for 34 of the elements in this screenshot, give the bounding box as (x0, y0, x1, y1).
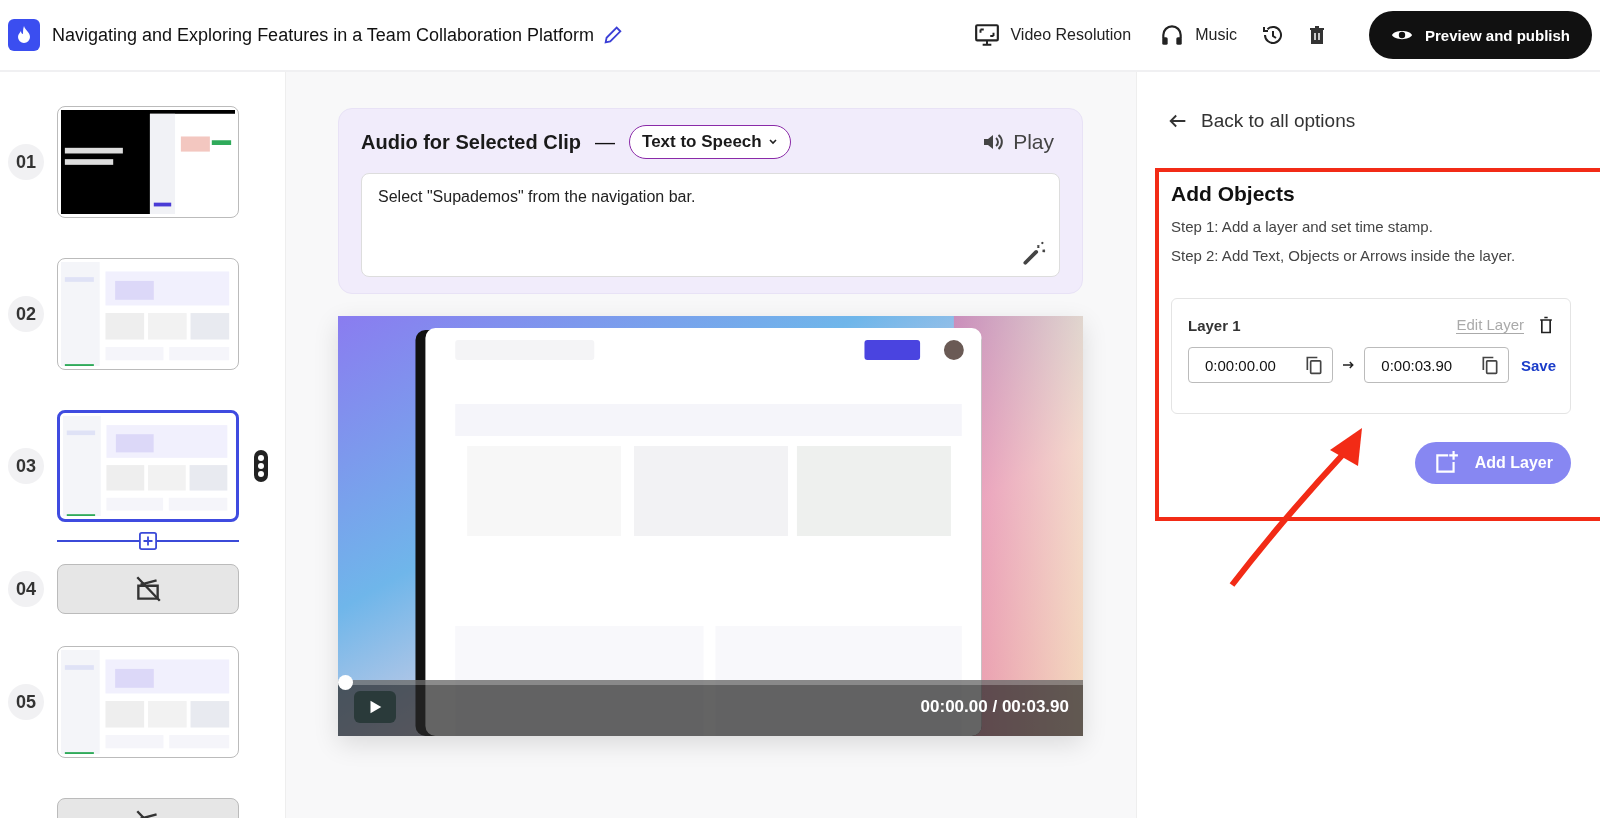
layer-name: Layer 1 (1188, 316, 1241, 334)
arrow-icon (1342, 361, 1355, 369)
clip-thumbnail[interactable] (57, 410, 239, 522)
monitor-icon (974, 22, 1001, 48)
clip-number: 03 (8, 448, 44, 484)
history-icon[interactable] (1260, 23, 1285, 47)
clip-number: 01 (8, 144, 44, 180)
end-time-field[interactable]: 0:00:03.90 (1364, 347, 1509, 383)
preview-and-publish-button[interactable]: Preview and publish (1368, 11, 1592, 59)
instruction-text: Step 2: Add Text, Objects or Arrows inside the layer. (1171, 247, 1517, 264)
separator: — (595, 130, 616, 154)
play-audio-button[interactable]: Play (975, 129, 1060, 155)
add-clip-icon[interactable] (139, 532, 157, 550)
toolbar-button[interactable]: Music (1155, 18, 1241, 52)
empty-clip[interactable] (57, 564, 239, 614)
playback-time: 00:00.00 / 00:03.90 (920, 697, 1069, 717)
audio-source-dropdown[interactable]: Text to Speech (629, 125, 791, 159)
clip-number: 04 (8, 571, 44, 607)
logo-icon (8, 19, 40, 51)
toolbar-button[interactable]: Video Resolution (970, 18, 1136, 52)
start-time-field[interactable]: 0:00:00.00 (1188, 347, 1333, 383)
magic-wand-icon[interactable] (1021, 240, 1047, 266)
more-options-icon[interactable] (254, 448, 268, 484)
clip-number: 05 (8, 684, 44, 720)
section-title: Add Objects (1171, 182, 1296, 206)
chevron-down-icon (767, 137, 778, 147)
back-link[interactable]: Back to all options (1155, 110, 1356, 132)
instruction-text: Step 1: Add a layer and set time stamp. (1171, 218, 1434, 235)
clip-number: 02 (8, 296, 44, 332)
script-text-area[interactable]: Select "Supademos" from the navigation bar. (361, 173, 1060, 277)
project-title: Navigating and Exploring Features in a Team Collaboration Platform (52, 24, 594, 46)
play-button[interactable] (354, 691, 396, 723)
save-link[interactable]: Save (1520, 356, 1556, 374)
audio-title: Audio for Selected Clip (361, 130, 582, 154)
